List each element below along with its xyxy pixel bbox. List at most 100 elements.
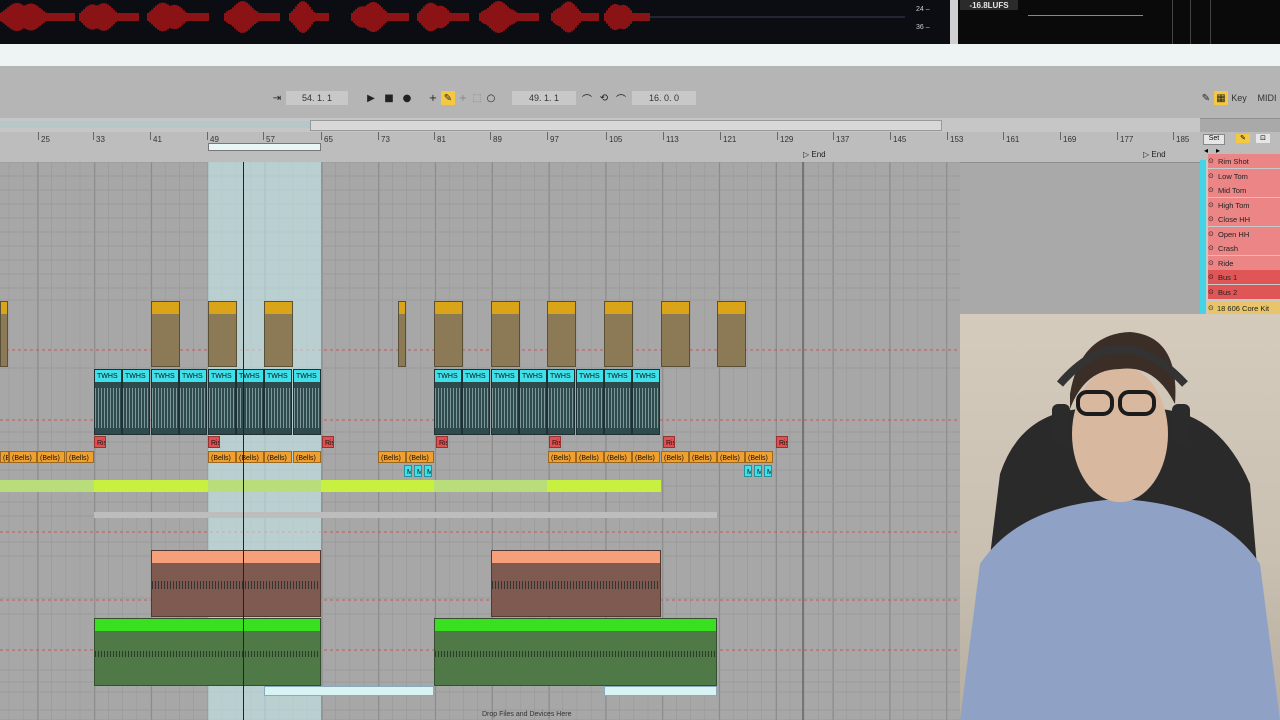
session-record-icon[interactable]: ○ xyxy=(484,91,498,105)
playhead[interactable] xyxy=(243,162,244,720)
add-icon[interactable]: + xyxy=(426,91,440,105)
twhs-clip[interactable]: TWHS xyxy=(491,369,519,435)
track-fold-icon[interactable]: ⊙ xyxy=(1208,201,1218,209)
track-header[interactable]: ⊙ Close HH xyxy=(1208,212,1280,226)
twhs-clip[interactable]: TWHS xyxy=(151,369,179,435)
bells-clip[interactable]: (Bells) xyxy=(0,451,9,463)
green-clip[interactable] xyxy=(94,618,321,686)
track-header[interactable]: ⊙ Open HH xyxy=(1208,227,1280,241)
bells-clip[interactable]: (Bells) xyxy=(293,451,321,463)
bells-clip[interactable]: (Bells) xyxy=(661,451,689,463)
lime-clip[interactable] xyxy=(94,480,208,492)
play-icon[interactable]: ▶ xyxy=(364,91,378,105)
riser-clip[interactable]: Ris xyxy=(208,436,220,448)
bells-clip[interactable]: (Bells) xyxy=(37,451,65,463)
twhs-clip[interactable]: TWHS xyxy=(462,369,490,435)
empty-clip-lane[interactable] xyxy=(94,512,717,518)
bells-clip[interactable]: (Bells) xyxy=(548,451,576,463)
drum-clip[interactable] xyxy=(661,301,690,367)
track-header[interactable]: ⊙ Mid Tom xyxy=(1208,183,1280,197)
track-header[interactable]: ⊙ Bus 2 xyxy=(1208,285,1280,299)
drum-clip[interactable] xyxy=(604,301,633,367)
key-map-button[interactable]: Key xyxy=(1230,91,1248,105)
beat-time-ruler[interactable]: 25 33 41 49 57 65 73 81 89 97 105 113 121 129 137 145 15… xyxy=(0,132,1200,163)
track-fold-icon[interactable]: ⊙ xyxy=(1208,230,1218,238)
bells-clip[interactable]: (Bells) xyxy=(632,451,660,463)
bells-clip[interactable]: (Bells) xyxy=(745,451,773,463)
bells-clip[interactable]: (Bells) xyxy=(208,451,236,463)
midi-clip[interactable]: M xyxy=(424,465,432,477)
midi-clip[interactable]: M xyxy=(404,465,412,477)
bells-clip[interactable]: (Bells) xyxy=(378,451,406,463)
punch-in-icon[interactable]: ⌒ xyxy=(580,91,594,106)
track-fold-icon[interactable]: ⊙ xyxy=(1208,244,1218,252)
end-marker-2[interactable]: ▷ End xyxy=(1143,150,1166,159)
twhs-clip[interactable]: TWHS xyxy=(604,369,632,435)
track-fold-icon[interactable]: ⊙ xyxy=(1208,215,1218,223)
set-locator-button[interactable]: Set xyxy=(1203,134,1225,145)
track-header[interactable]: ⊙ Bus 1 xyxy=(1208,270,1280,284)
track-fold-icon[interactable]: ⊙ xyxy=(1208,259,1218,267)
lock-icon[interactable]: ⊡ xyxy=(1256,134,1270,143)
lime-clip[interactable] xyxy=(0,480,94,492)
riser-clip[interactable]: Ris xyxy=(776,436,788,448)
track-fold-icon[interactable]: ⊙ xyxy=(1208,186,1218,194)
twhs-clip[interactable]: TWHS xyxy=(94,369,122,435)
midi-clip[interactable]: M xyxy=(754,465,762,477)
drum-clip[interactable] xyxy=(151,301,180,367)
loop-start[interactable]: 49. 1. 1 xyxy=(512,91,576,105)
lime-clip[interactable] xyxy=(321,480,434,492)
twhs-clip[interactable]: TWHS xyxy=(434,369,462,435)
lime-clip[interactable] xyxy=(208,480,321,492)
twhs-clip[interactable]: TWHS xyxy=(576,369,604,435)
group-track[interactable]: ⊙ 18 606 Core Kit xyxy=(1208,301,1280,314)
fold-icon[interactable]: ⊙ xyxy=(1208,304,1217,312)
punch-out-icon[interactable]: ⌒ xyxy=(614,91,628,106)
track-fold-icon[interactable]: ⊙ xyxy=(1208,157,1218,165)
track-header[interactable]: ⊙ Low Tom xyxy=(1208,169,1280,183)
riser-clip[interactable]: Ris xyxy=(436,436,448,448)
track-header[interactable]: ⊙ High Tom xyxy=(1208,198,1280,212)
salmon-clip[interactable] xyxy=(151,550,321,617)
twhs-clip[interactable]: TWHS xyxy=(122,369,150,435)
salmon-clip[interactable] xyxy=(491,550,661,617)
twhs-clip[interactable]: TWHS xyxy=(264,369,292,435)
arrangement-position[interactable]: 54. 1. 1 xyxy=(286,91,348,105)
loop-length[interactable]: 16. 0. 0 xyxy=(632,91,696,105)
bells-clip[interactable]: (Bells) xyxy=(236,451,264,463)
stop-icon[interactable]: ■ xyxy=(382,91,396,105)
riser-clip[interactable]: Ris xyxy=(322,436,334,448)
riser-clip[interactable]: Ris xyxy=(94,436,106,448)
drum-clip[interactable] xyxy=(434,301,463,367)
midi-clip[interactable]: M xyxy=(764,465,772,477)
twhs-clip[interactable]: TWHS xyxy=(293,369,321,435)
twhs-clip[interactable]: TWHS xyxy=(547,369,575,435)
track-header[interactable]: ⊙ Rim Shot xyxy=(1208,154,1280,168)
twhs-clip[interactable]: TWHS xyxy=(208,369,236,435)
midi-clip[interactable]: M xyxy=(744,465,752,477)
bells-clip[interactable]: (Bells) xyxy=(576,451,604,463)
track-fold-icon[interactable]: ⊙ xyxy=(1208,273,1218,281)
reenable-automation-icon[interactable]: + xyxy=(456,91,470,105)
track-fold-icon[interactable]: ⊙ xyxy=(1208,172,1218,180)
follow-icon[interactable]: ⇥ xyxy=(270,91,284,105)
lime-clip[interactable] xyxy=(434,480,547,492)
twhs-clip[interactable]: TWHS xyxy=(179,369,207,435)
green-clip[interactable] xyxy=(434,618,717,686)
drum-clip[interactable] xyxy=(208,301,237,367)
drum-clip[interactable] xyxy=(264,301,293,367)
arrangement-view[interactable]: TWHS TWHS TWHS TWHS TWHS TWHS TWHS TWHS TWHS TWHS… xyxy=(0,162,960,720)
track-header[interactable]: ⊙ Crash xyxy=(1208,241,1280,255)
bottom-clip[interactable] xyxy=(264,686,434,696)
end-marker-1[interactable]: ▷ End xyxy=(803,150,826,159)
grid-icon[interactable]: ▦ xyxy=(1214,91,1228,105)
bells-clip[interactable]: (Bells) xyxy=(406,451,434,463)
bells-clip[interactable]: (Bells) xyxy=(689,451,717,463)
bells-clip[interactable]: (Bells) xyxy=(9,451,37,463)
arrangement-overview[interactable] xyxy=(0,118,1200,133)
loop-brace[interactable] xyxy=(208,143,321,151)
automation-arm-icon[interactable]: ✎ xyxy=(441,91,455,105)
drum-clip[interactable] xyxy=(491,301,520,367)
twhs-clip[interactable]: TWHS xyxy=(236,369,264,435)
record-icon[interactable]: ● xyxy=(400,91,414,105)
